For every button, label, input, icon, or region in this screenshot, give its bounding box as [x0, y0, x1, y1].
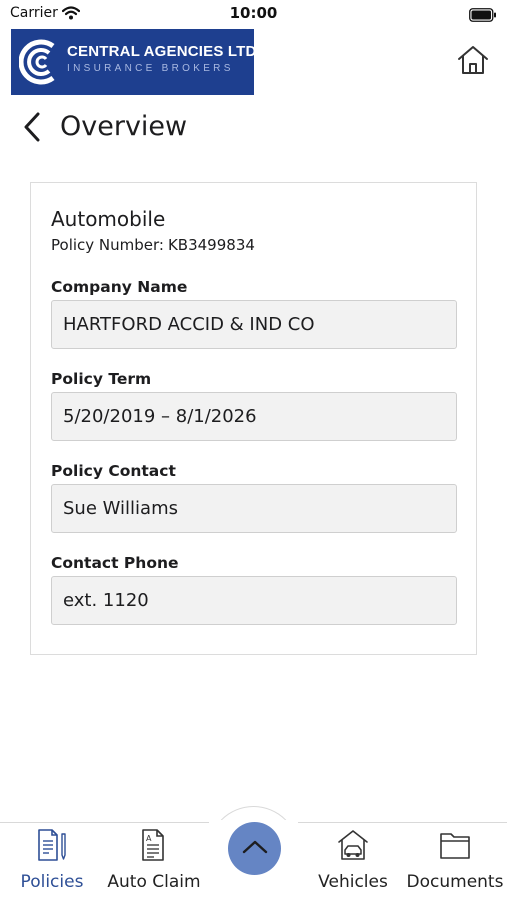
home-button[interactable]	[454, 44, 492, 80]
status-time: 10:00	[229, 4, 278, 22]
company-name-label: Company Name	[51, 278, 188, 296]
policy-number: Policy Number: KB3499834	[51, 236, 259, 254]
vehicle-garage-icon	[336, 828, 370, 866]
chevron-left-icon	[22, 112, 42, 146]
policy-contact-field: Sue Williams	[51, 484, 457, 533]
policy-type: Automobile	[51, 207, 166, 231]
logo-company-name: CENTRAL AGENCIES LTD.	[67, 43, 261, 60]
folder-icon	[438, 828, 472, 866]
tab-documents-label: Documents	[406, 872, 504, 892]
policy-term-label: Policy Term	[51, 370, 152, 388]
tab-vehicles[interactable]: Vehicles	[303, 828, 403, 894]
tab-auto-claim[interactable]: A Auto Claim	[104, 828, 204, 894]
tab-policies-label: Policies	[20, 872, 84, 892]
tab-policies[interactable]: Policies	[2, 828, 102, 894]
tab-vehicles-label: Vehicles	[318, 872, 388, 892]
page-title: Overview	[60, 111, 188, 142]
policy-term-field: 5/20/2019 – 8/1/2026	[51, 392, 457, 441]
policy-card: Automobile Policy Number: KB3499834 Compa…	[30, 182, 477, 655]
tab-documents[interactable]: Documents	[405, 828, 505, 894]
auto-claim-form-icon: A	[137, 828, 171, 866]
policy-number-label: Policy Number:	[51, 236, 164, 254]
svg-text:A: A	[146, 834, 152, 843]
policy-number-value: KB3499834	[167, 236, 255, 254]
logo-subtitle: INSURANCE BROKERS	[67, 63, 234, 74]
company-name-field: HARTFORD ACCID & IND CO	[51, 300, 457, 349]
center-expand-button[interactable]	[228, 822, 281, 875]
status-bar: Carrier 10:00	[0, 0, 507, 28]
contact-phone-label: Contact Phone	[51, 554, 179, 572]
contact-phone-field: ext. 1120	[51, 576, 457, 625]
company-logo: CENTRAL AGENCIES LTD. INSURANCE BROKERS	[11, 29, 261, 95]
policies-document-icon	[35, 828, 69, 866]
logo-mark-icon	[18, 36, 63, 92]
home-icon	[457, 45, 489, 79]
back-button[interactable]	[22, 112, 52, 146]
chevron-up-icon	[242, 839, 268, 859]
battery-icon	[469, 7, 497, 26]
tab-auto-claim-label: Auto Claim	[107, 872, 201, 892]
policy-contact-label: Policy Contact	[51, 462, 176, 480]
